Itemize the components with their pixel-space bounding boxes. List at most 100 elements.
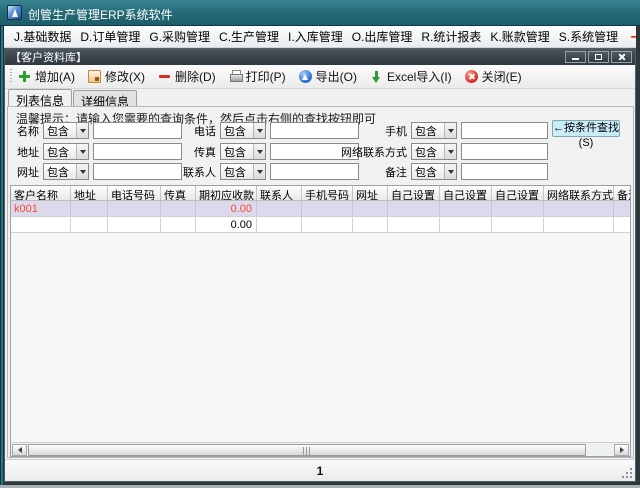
menu-item[interactable]: C.生产管理: [219, 28, 279, 45]
grid-cell: [544, 217, 614, 232]
minimize-button[interactable]: [565, 51, 586, 63]
column-header[interactable]: 网址: [353, 186, 388, 200]
operator-select-name[interactable]: 包含: [43, 122, 89, 139]
window-titlebar: 创管生产管理ERP系统软件: [0, 0, 640, 26]
column-header[interactable]: 客户名称: [11, 186, 71, 200]
column-header[interactable]: 自己设置: [440, 186, 492, 200]
scrollbar-grip-icon: [303, 447, 311, 455]
field-group-contact: 联系人 包含: [148, 163, 359, 180]
grid-cell: [11, 217, 71, 232]
search-input-im[interactable]: [461, 143, 548, 160]
menu-item[interactable]: K.账款管理: [490, 28, 549, 45]
operator-select-phone[interactable]: 包含: [220, 122, 266, 139]
grid-cell: [388, 217, 440, 232]
grid-cell: [161, 201, 196, 216]
toolbar-button-print[interactable]: 打印(P): [229, 68, 286, 85]
operator-select-mobile[interactable]: 包含: [411, 122, 457, 139]
toolbar-button-export[interactable]: 导出(O): [298, 68, 357, 85]
window-title: 创管生产管理ERP系统软件: [28, 8, 173, 22]
field-group-remark: 备注 包含: [331, 163, 548, 180]
chevron-down-icon: [253, 144, 265, 159]
toolbar: 增加(A) 修改(X) 删除(D) 打印(P) 导出(O) Excel导入(I) 关闭(E): [5, 65, 635, 89]
menu-item[interactable]: D.订单管理: [80, 28, 140, 45]
operator-select-contact[interactable]: 包含: [220, 163, 266, 180]
chevron-down-icon: [444, 144, 456, 159]
column-header[interactable]: 自己设置: [492, 186, 544, 200]
grid-cell: [257, 217, 302, 232]
record-count: 1: [316, 464, 324, 478]
menu-item[interactable]: I.入库管理: [288, 28, 343, 45]
operator-value: 包含: [415, 146, 437, 159]
customer-grid: 客户名称 地址 电话号码 传真 期初应收款 联系人 手机号码 网址 自己设置 自己设置 自己设置 网络…: [10, 185, 631, 457]
query-form-row: 网址 包含 联系人 包含 备注 包含: [8, 163, 633, 180]
operator-value: 包含: [47, 166, 69, 179]
operator-select-im[interactable]: 包含: [411, 143, 457, 160]
query-form-row: 地址 包含 传真 包含 网络联系方式 包含: [8, 143, 633, 160]
operator-select-fax[interactable]: 包含: [220, 143, 266, 160]
toolbar-button-close[interactable]: 关闭(E): [464, 68, 522, 85]
close-icon: [618, 53, 626, 61]
menu-items: J.基础数据 D.订单管理 G.采购管理 C.生产管理 I.入库管理 O.出库管理 R.统计…: [14, 28, 618, 45]
arrow-right-icon: [619, 447, 627, 453]
toolbar-button-import[interactable]: Excel导入(I): [370, 68, 452, 85]
grid-cell: [71, 201, 108, 216]
menu-item[interactable]: J.基础数据: [14, 28, 71, 45]
grid-cell: [108, 201, 161, 216]
tab-bar: 列表信息 详细信息: [5, 89, 635, 109]
operator-select-website[interactable]: 包含: [43, 163, 89, 180]
field-group-mobile: 手机 包含: [331, 122, 548, 139]
summary-row[interactable]: 0.00: [11, 217, 630, 233]
column-header[interactable]: 传真: [161, 186, 196, 200]
scrollbar-thumb[interactable]: [28, 444, 586, 456]
grid-cell: [492, 201, 544, 216]
scroll-left-button[interactable]: [12, 444, 27, 456]
field-label-phone: 电话: [194, 125, 216, 138]
search-by-condition-button[interactable]: ←按条件查找(S): [552, 120, 620, 149]
operator-select-address[interactable]: 包含: [43, 143, 89, 160]
operator-value: 包含: [415, 166, 437, 179]
column-header[interactable]: 联系人: [257, 186, 302, 200]
restore-button[interactable]: [588, 51, 609, 63]
horizontal-scrollbar[interactable]: [11, 442, 630, 456]
tab-detail-info[interactable]: 详细信息: [73, 90, 138, 109]
chevron-down-icon: [444, 164, 456, 179]
grid-cell: [388, 201, 440, 216]
field-label-fax: 传真: [194, 146, 216, 159]
grid-cell: 0.00: [196, 201, 257, 216]
column-header[interactable]: 自己设置: [388, 186, 440, 200]
toolbar-button-delete[interactable]: 删除(D): [158, 68, 216, 85]
menu-item[interactable]: S.系统管理: [559, 28, 618, 45]
search-input-mobile[interactable]: [461, 122, 548, 139]
child-window-content: 增加(A) 修改(X) 删除(D) 打印(P) 导出(O) Excel导入(I) 关闭(E)…: [5, 65, 635, 481]
scroll-right-button[interactable]: [614, 444, 629, 456]
column-header[interactable]: 期初应收款: [196, 186, 257, 200]
chevron-down-icon: [76, 164, 88, 179]
chevron-down-icon: [76, 144, 88, 159]
field-label-contact: 联系人: [183, 166, 216, 179]
column-header[interactable]: 电话号码: [108, 186, 161, 200]
grid-cell: [302, 217, 353, 232]
promo-arrow-icon: ➜: [630, 29, 636, 45]
minimize-icon: [572, 58, 579, 60]
toolbar-button-add[interactable]: 增加(A): [18, 68, 75, 85]
list-info-tabpage: 温馨提示：请输入您需要的查询条件，然后点击右侧的查找按钮即可 名称 包含 电话 包含手…: [7, 106, 634, 458]
field-group-im: 网络联系方式 包含: [331, 143, 548, 160]
edit-icon: [88, 70, 101, 83]
search-input-remark[interactable]: [461, 163, 548, 180]
resize-grip[interactable]: [622, 468, 632, 478]
column-header[interactable]: 手机号码: [302, 186, 353, 200]
menu-item[interactable]: G.采购管理: [149, 28, 210, 45]
operator-select-remark[interactable]: 包含: [411, 163, 457, 180]
tab-list-info[interactable]: 列表信息: [8, 89, 73, 108]
column-header[interactable]: 备注: [614, 186, 630, 200]
toolbar-button-edit[interactable]: 修改(X): [88, 68, 145, 85]
column-header[interactable]: 地址: [71, 186, 108, 200]
grid-cell: [71, 217, 108, 232]
close-button[interactable]: [611, 51, 632, 63]
menu-item[interactable]: R.统计报表: [421, 28, 481, 45]
column-header[interactable]: 网络联系方式: [544, 186, 614, 200]
grid-rows: k001 0.00 0.00: [11, 201, 630, 233]
chevron-down-icon: [253, 123, 265, 138]
menu-item[interactable]: O.出库管理: [352, 28, 413, 45]
customer-row[interactable]: k001 0.00: [11, 201, 630, 217]
